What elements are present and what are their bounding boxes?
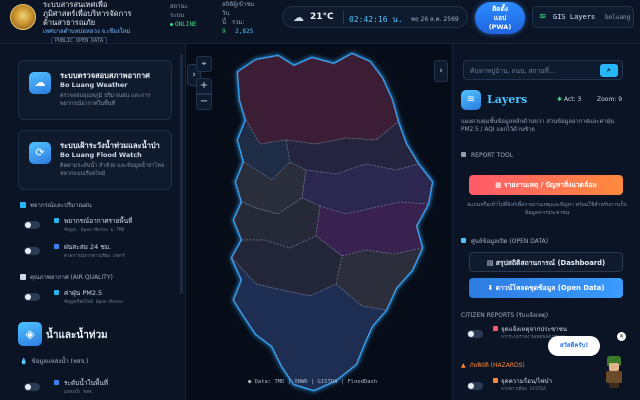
gis-layers-toggle[interactable]: ≋ GIS Layers boluang — [532, 6, 634, 28]
info-icon: ● — [248, 379, 252, 385]
layers-title: Layers — [487, 93, 528, 106]
rain-cloud-icon — [20, 202, 26, 208]
water-section-title: น้ำและน้ำท่วม — [46, 330, 108, 341]
layer-row-water-level[interactable]: ระดับน้ำในพื้นที่ แหล่งน้ำ ทสจ. — [24, 378, 174, 398]
dashboard-button[interactable]: ▤ สรุปสถิติสถานการณ์ (Dashboard) — [469, 252, 623, 272]
layer-row-forecast[interactable]: พยากรณ์อากาศรายพื้นที่ ข้อมูล: Open-Mete… — [24, 216, 174, 236]
warning-icon: ▲ — [461, 362, 466, 369]
water-icon: ◈ — [18, 322, 42, 346]
left-panel: ☁ ระบบตรวจสอบสภาพอากาศ Bo Luang Weather … — [0, 44, 186, 400]
section-report-tool: REPORT TOOL — [461, 152, 513, 159]
clock-time: 02:42:16 น. — [349, 15, 403, 24]
section-air-quality: คุณภาพอากาศ (AIR QUALITY) — [20, 272, 113, 282]
chart-icon: ▤ — [486, 259, 494, 267]
visitor-total-count: 2,825 — [235, 28, 254, 35]
locate-icon[interactable]: ⌖ — [196, 56, 212, 72]
system-status: สถานะ ระบบ ONLINE — [170, 3, 197, 28]
cloud-icon: ☁ — [293, 11, 304, 24]
temperature: 21°C — [310, 12, 334, 22]
refresh-icon: ⟳ — [29, 142, 51, 164]
district-map[interactable] — [186, 44, 452, 400]
search-input[interactable] — [470, 65, 594, 77]
org-subtitle: เทศบาลตำบลบ่อหลวง จ.เชียงใหม่ — [43, 28, 131, 35]
download-icon: ⬇ — [487, 284, 494, 292]
subdistrict-east[interactable] — [315, 201, 429, 257]
layer-toggle[interactable] — [24, 293, 40, 301]
municipality-seal-logo — [10, 4, 36, 30]
weather-system-card[interactable]: ☁ ระบบตรวจสอบสภาพอากาศ Bo Luang Weather … — [18, 60, 172, 120]
report-issue-button[interactable]: ▦ รายงานเหตุ / ปัญหาสิ่งแวดล้อม — [469, 175, 623, 195]
collapse-right-panel-button[interactable]: › — [434, 60, 448, 82]
layers-header: ≋ Layers ✱ Act: 3 Zoom: 9 — [461, 90, 633, 110]
map-attribution: ● Data: TMD | ONWR | GISTDA | FloodDash — [248, 379, 378, 385]
layers-icon: ≋ — [461, 90, 481, 110]
layer-row-rain-24h[interactable]: ฝนสะสม 24 ชม. คาดการณ์จากดาวเทียม เรดาร์ — [24, 242, 174, 262]
layer-row-pm25[interactable]: ค่าฝุ่น PM2.5 ข้อมูลเรียลไทม์ Open-Meteo — [24, 288, 174, 308]
layer-toggle[interactable] — [467, 382, 483, 390]
flood-watch-card[interactable]: ⟳ ระบบเฝ้าระวังน้ำท่วมและน้ำป่า Bo Luang… — [18, 130, 172, 190]
layer-toggle[interactable] — [24, 221, 40, 229]
online-dot-icon — [170, 23, 173, 26]
username: boluang — [605, 14, 631, 21]
install-pwa-button[interactable]: ติดตั้ง แอป (PWA) — [475, 2, 525, 34]
layer-row-citizen-reports[interactable]: จุดแจ้งเหตุจากประชาชน จากระบบรายงานเหตุข… — [467, 324, 627, 346]
active-layers-count: ✱ Act: 3 — [557, 96, 582, 103]
droplet-icon: 💧 — [20, 358, 28, 365]
cloud-icon: ☁ — [29, 72, 51, 94]
layer-row-hotspots[interactable]: จุดความร้อน/ไฟป่า จากดาวเทียม GISTDA — [467, 376, 627, 398]
zoom-level: Zoom: 9 — [597, 96, 623, 103]
left-panel-scrollbar[interactable] — [180, 54, 183, 294]
subdistrict-north[interactable] — [237, 53, 399, 145]
org-title: ระบบสารสนเทศเพื่อ ภูมิศาสตร์เพื่อบริหารจ… — [43, 0, 153, 46]
zoom-in-button[interactable]: + — [196, 78, 212, 94]
report-note: สแกนหรือเข้าไปที่ลิงก์เพื่อรายงานเหตุและ… — [467, 202, 627, 216]
zoom-out-button[interactable]: − — [196, 94, 212, 110]
search-bar: ⌕ — [463, 60, 623, 80]
section-open-data: ศูนย์ข้อมูลเปิด (OPEN DATA) — [461, 236, 548, 246]
assistant-avatar[interactable] — [604, 356, 624, 388]
layer-toggle[interactable] — [467, 330, 483, 338]
section-water-sources: 💧 ข้อมูลแหล่งน้ำ (ทสจ.) — [20, 358, 89, 365]
right-panel: ⌕ ≋ Layers ✱ Act: 3 Zoom: 9 แผงควบคุมชั้… — [452, 44, 640, 400]
visitor-stats: สถิติผู้เข้าชม วัน นี้ รวม: 9 2,825 — [222, 1, 255, 35]
layers-description: แผงควบคุมชั้นข้อมูลหลักด้านขวา ส่วนข้อมู… — [461, 119, 615, 133]
visitor-today-count: 9 — [222, 28, 226, 35]
section-citizen-reports: CITIZEN REPORTS (รับแจ้งเหตุ) — [461, 312, 549, 319]
section-weather-rain: พยากรณ์และปริมาณฝน — [20, 200, 92, 210]
qr-code-icon: ▦ — [495, 181, 502, 189]
current-date: พฤ 26 ส.ค. 2569 — [411, 16, 459, 23]
section-hazards: ▲ ภัยพิบัติ (HAZARDS) — [461, 362, 525, 369]
layers-icon: ≋ — [539, 12, 547, 22]
weather-clock-widget: ☁ 21°C 02:42:16 น. พฤ 26 ส.ค. 2569 — [282, 6, 468, 28]
layer-toggle[interactable] — [24, 247, 40, 255]
open-data-download-button[interactable]: ⬇ ดาวน์โหลดชุดข้อมูล (Open Data) — [469, 278, 623, 298]
close-icon[interactable]: ✕ — [617, 332, 626, 341]
layer-toggle[interactable] — [24, 383, 40, 391]
map-view[interactable]: › ⌖ + − › ● Data: TMD | ONWR | GISTDA | … — [186, 44, 452, 400]
search-icon[interactable]: ⌕ — [600, 64, 618, 77]
assistant-greeting-bubble[interactable]: สวัสดีครับ! — [548, 336, 600, 356]
air-icon — [20, 274, 26, 280]
top-bar: ระบบสารสนเทศเพื่อ ภูมิศาสตร์เพื่อบริหารจ… — [0, 0, 640, 46]
